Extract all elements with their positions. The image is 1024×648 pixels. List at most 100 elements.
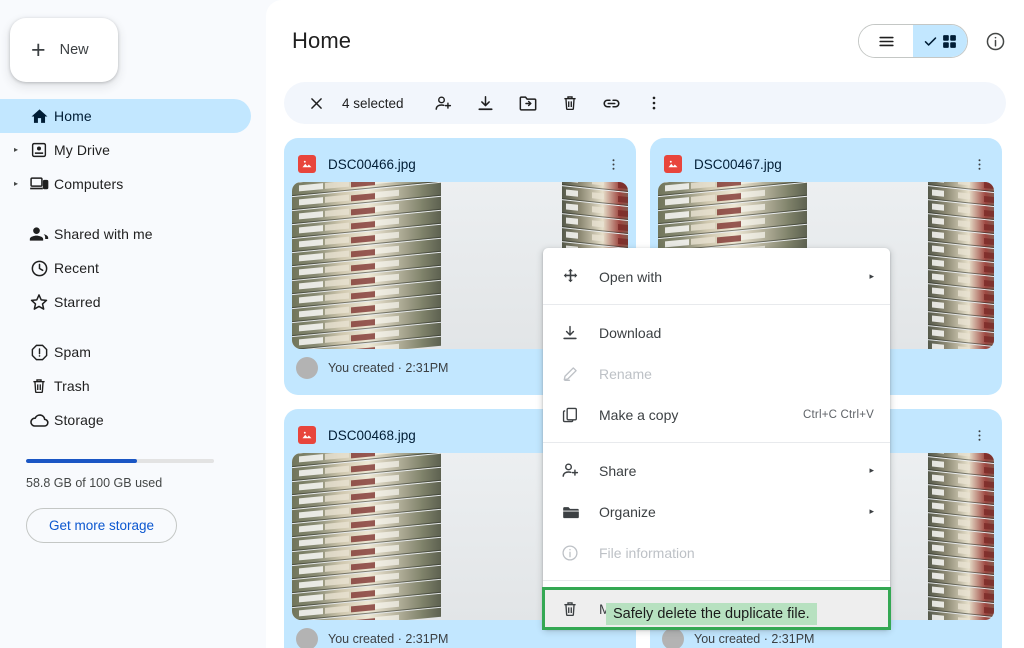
grid-icon <box>941 33 958 50</box>
grid-view-button[interactable] <box>913 25 967 57</box>
sidebar-item-my-drive[interactable]: ▸ My Drive <box>0 133 251 167</box>
context-menu: Open with ▸ Download Rename Make a copy … <box>543 248 890 629</box>
building-left <box>292 453 441 620</box>
building-left <box>292 182 441 349</box>
file-meta: You created · 2:31PM <box>328 632 448 646</box>
menu-item-shortcut: Ctrl+C Ctrl+V <box>803 409 874 421</box>
avatar <box>296 628 318 648</box>
menu-item-share[interactable]: Share ▸ <box>543 450 890 491</box>
nav-divider-space <box>0 201 266 217</box>
star-icon <box>24 292 54 312</box>
chevron-right-icon: ▸ <box>869 465 874 476</box>
copy-icon <box>561 406 599 424</box>
share-add-person-icon <box>561 461 599 480</box>
sidebar-item-shared-with-me[interactable]: Shared with me <box>0 217 251 251</box>
menu-item-label: Open with <box>599 269 859 285</box>
move-to-folder-icon[interactable] <box>508 83 548 123</box>
menu-item-open-with[interactable]: Open with ▸ <box>543 256 890 297</box>
spam-icon <box>24 343 54 362</box>
more-options-icon[interactable] <box>602 157 624 172</box>
file-name: DSC00467.jpg <box>694 157 956 172</box>
folder-icon <box>561 502 599 522</box>
copy-link-icon[interactable] <box>592 83 632 123</box>
storage-progress-bar <box>26 459 214 463</box>
sidebar-item-computers[interactable]: ▸ Computers <box>0 167 251 201</box>
pencil-icon <box>561 365 599 383</box>
people-icon <box>24 224 54 244</box>
sidebar-item-starred[interactable]: Starred <box>0 285 251 319</box>
trash-icon <box>561 600 599 618</box>
share-add-person-icon[interactable] <box>424 83 464 123</box>
menu-item-label: File information <box>599 545 874 561</box>
info-icon[interactable] <box>978 24 1012 58</box>
storage-used-text: 58.8 GB of 100 GB used <box>26 476 240 490</box>
view-toggle <box>858 24 968 58</box>
drive-app: + New Home ▸ My Drive ▸ <box>0 0 1024 648</box>
sidebar-item-label: Home <box>54 108 92 124</box>
sidebar-item-label: Recent <box>54 260 99 276</box>
chevron-right-icon[interactable]: ▸ <box>8 180 24 188</box>
sidebar-item-spam[interactable]: Spam <box>0 335 251 369</box>
sidebar-item-label: Starred <box>54 294 101 310</box>
more-options-icon[interactable] <box>968 428 990 443</box>
file-meta: You created · 2:31PM <box>328 361 448 375</box>
menu-item-make-a-copy[interactable]: Make a copy Ctrl+C Ctrl+V <box>543 394 890 435</box>
sidebar-item-label: Computers <box>54 176 123 192</box>
menu-item-label: Organize <box>599 504 859 520</box>
menu-item-label: Rename <box>599 366 874 382</box>
more-options-icon[interactable] <box>968 157 990 172</box>
menu-item-rename: Rename <box>543 353 890 394</box>
chevron-right-icon: ▸ <box>869 271 874 282</box>
download-icon[interactable] <box>466 83 506 123</box>
clock-icon <box>24 259 54 278</box>
menu-item-label: Make a copy <box>599 407 803 423</box>
sidebar-item-label: My Drive <box>54 142 110 158</box>
computers-icon <box>24 174 54 194</box>
sidebar-item-storage[interactable]: Storage <box>0 403 251 437</box>
trash-icon[interactable] <box>550 83 590 123</box>
sidebar-item-trash[interactable]: Trash <box>0 369 251 403</box>
building-right <box>928 453 994 620</box>
nav-divider-space <box>0 319 266 335</box>
sidebar-item-home[interactable]: Home <box>0 99 251 133</box>
selection-count: 4 selected <box>338 96 422 111</box>
building-right <box>928 182 994 349</box>
chevron-right-icon: ▸ <box>869 506 874 517</box>
menu-item-download[interactable]: Download <box>543 312 890 353</box>
home-icon <box>24 107 54 126</box>
chevron-right-icon[interactable]: ▸ <box>8 146 24 154</box>
new-button[interactable]: + New <box>10 18 118 82</box>
page-title: Home <box>292 28 351 54</box>
sidebar: + New Home ▸ My Drive ▸ <box>0 0 266 648</box>
get-more-storage-button[interactable]: Get more storage <box>26 508 177 543</box>
avatar <box>296 357 318 379</box>
list-view-button[interactable] <box>859 25 913 57</box>
trash-icon <box>24 377 54 395</box>
more-options-icon[interactable] <box>634 83 674 123</box>
menu-item-organize[interactable]: Organize ▸ <box>543 491 890 532</box>
menu-separator <box>543 442 890 443</box>
sidebar-item-label: Storage <box>54 412 104 428</box>
my-drive-icon <box>24 141 54 159</box>
sidebar-item-label: Spam <box>54 344 91 360</box>
menu-item-file-information: File information <box>543 532 890 573</box>
menu-separator <box>543 580 890 581</box>
image-file-icon <box>664 155 682 173</box>
close-selection-button[interactable] <box>296 83 336 123</box>
menu-item-label: Share <box>599 463 859 479</box>
info-icon <box>561 544 599 562</box>
new-button-label: New <box>60 42 89 58</box>
sidebar-item-recent[interactable]: Recent <box>0 251 251 285</box>
file-card-header: DSC00467.jpg <box>658 146 994 182</box>
storage-section: 58.8 GB of 100 GB used Get more storage <box>0 459 266 543</box>
plus-icon: + <box>31 38 46 63</box>
menu-item-label: Download <box>599 325 874 341</box>
open-with-move-icon <box>561 267 599 286</box>
cloud-icon <box>24 410 54 431</box>
storage-progress-fill <box>26 459 137 463</box>
tooltip: Safely delete the duplicate file. <box>606 603 817 625</box>
selection-toolbar: 4 selected <box>284 82 1006 124</box>
sidebar-nav: Home ▸ My Drive ▸ Computers <box>0 99 266 437</box>
sidebar-item-label: Shared with me <box>54 226 153 242</box>
file-name: DSC00466.jpg <box>328 157 590 172</box>
